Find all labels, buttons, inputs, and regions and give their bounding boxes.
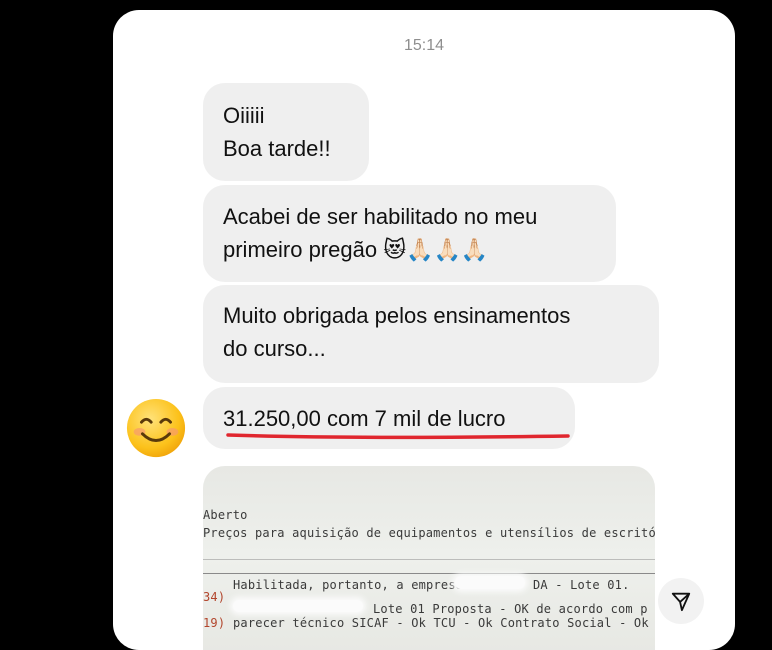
photo-text-line: 34) [203, 590, 226, 604]
message-bubble-thanks[interactable]: Muito obrigada pelos ensinamentos do cur… [203, 285, 659, 383]
redaction-mark [455, 576, 525, 589]
send-button[interactable] [658, 578, 704, 624]
photo-text-line: Preços para aquisição de equipamentos e … [203, 526, 655, 540]
message-bubble-habilitado[interactable]: Acabei de ser habilitado no meu primeiro… [203, 185, 616, 282]
message-bubble-greeting[interactable]: Oiiiii Boa tarde!! [203, 83, 369, 181]
chat-window: 15:14 Oiiiii Boa tarde!! Acabei de ser h… [113, 10, 735, 650]
photo-text-line: parecer técnico SICAF - Ok TCU - Ok Cont… [233, 616, 655, 630]
smiling-face-icon [126, 398, 186, 458]
photo-text-line: Lote 01 Proposta - OK de acordo com p [373, 602, 648, 616]
photo-text-line: Aberto [203, 508, 248, 522]
photo-text-line: 19) [203, 616, 226, 630]
shared-document-photo[interactable]: Aberto Preços para aquisição de equipame… [203, 466, 655, 650]
send-icon [671, 592, 691, 612]
photo-divider [203, 573, 655, 574]
photo-text-line: Habilitada, portanto, a empresa [233, 578, 464, 592]
photo-divider [203, 559, 655, 560]
message-timestamp: 15:14 [403, 37, 445, 54]
photo-text-line: DA - Lote 01. [533, 578, 630, 592]
redaction-mark [233, 600, 363, 612]
red-underline-annotation [226, 433, 570, 440]
